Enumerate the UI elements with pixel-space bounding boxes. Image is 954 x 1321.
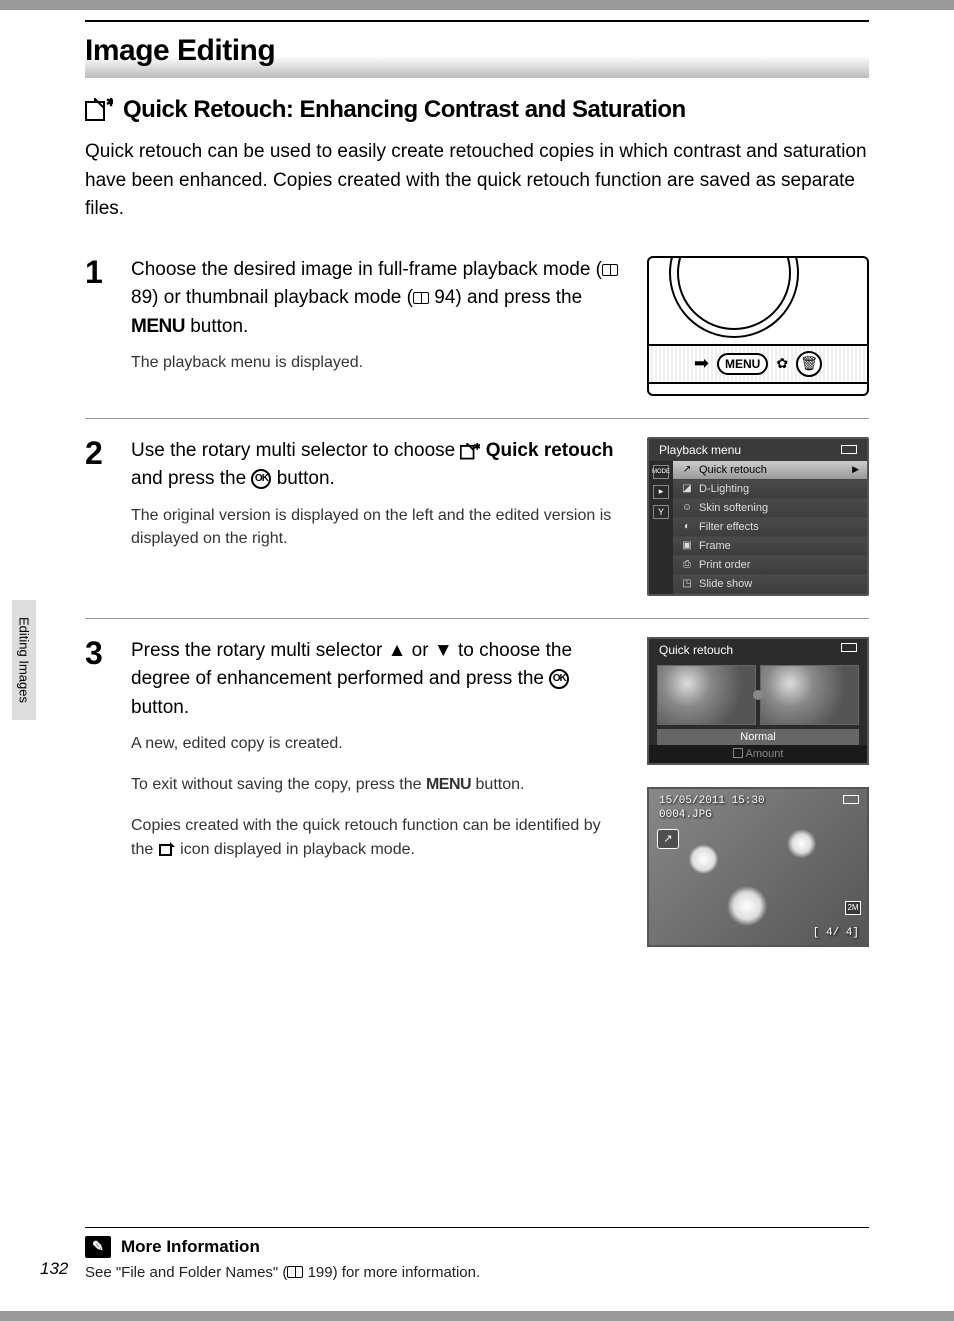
quick-retouch-icon: ✱ [85, 98, 113, 122]
playback-icon: ▸ [653, 485, 669, 499]
page-ref-icon [413, 292, 429, 304]
rotary-dial-icon [669, 256, 799, 338]
battery-icon [841, 445, 857, 454]
step-1-main: Choose the desired image in full-frame p… [131, 256, 627, 342]
steps-list: 1 Choose the desired image in full-frame… [85, 256, 869, 987]
image-size-badge: 2M [845, 901, 861, 915]
step-3-sub1: A new, edited copy is created. [131, 732, 627, 755]
slider-icon [733, 748, 743, 758]
camera-button-dock: ➡ MENU ✿ 🗑 [649, 344, 867, 384]
before-after-thumbnails [649, 661, 867, 729]
step-number: 1 [85, 256, 113, 396]
step-number: 3 [85, 637, 113, 947]
step-number: 2 [85, 437, 113, 596]
more-info-heading: ✎ More Information [85, 1236, 869, 1258]
menu-item-skin: ☺Skin softening [673, 499, 867, 518]
camera-diagram: ➡ MENU ✿ 🗑 [647, 256, 869, 396]
arrow-down-icon [434, 640, 453, 661]
info-icon: ✎ [85, 1236, 111, 1258]
chapter-title: Image Editing [85, 34, 869, 68]
menu-button: MENU [717, 353, 768, 375]
page-ref-icon [287, 1266, 303, 1278]
quick-retouch-icon: ✱ [460, 443, 480, 460]
step-3: 3 Press the rotary multi selector or to … [85, 637, 869, 969]
step-2: 2 Use the rotary multi selector to choos… [85, 437, 869, 619]
retouch-copy-icon [158, 841, 176, 857]
ok-button-icon: OK [549, 669, 569, 689]
ok-button-icon: OK [251, 469, 271, 489]
filename: 0004.JPG [659, 809, 712, 821]
arrow-right-icon: ➡ [694, 353, 709, 374]
timestamp: 15/05/2011 15:30 [659, 795, 765, 807]
step-3-sub2: To exit without saving the copy, press t… [131, 773, 627, 796]
selector-dot-icon [753, 690, 763, 700]
lcd-sidebar: MODE ▸ Y [649, 461, 673, 594]
more-information-box: ✎ More Information See "File and Folder … [85, 1227, 869, 1281]
more-info-text: See "File and Folder Names" ( 199) for m… [85, 1264, 869, 1281]
image-counter: [ 4/ 4] [813, 927, 859, 939]
filter-icon: ◐ [681, 521, 693, 532]
section-heading: ✱ Quick Retouch: Enhancing Contrast and … [85, 96, 869, 124]
frame-icon: ▣ [681, 540, 693, 551]
menu-item-quick-retouch: ↗Quick retouch▶ [673, 461, 867, 480]
chapter-title-bar: Image Editing [85, 20, 869, 78]
step-1: 1 Choose the desired image in full-frame… [85, 256, 869, 419]
lcd-title-bar: Playback menu [649, 439, 867, 461]
battery-icon [841, 643, 857, 652]
lcd-menu-list: ↗Quick retouch▶ ◪D-Lighting ☺Skin soften… [673, 461, 867, 594]
menu-button-label: MENU [131, 316, 185, 337]
svg-text:✱: ✱ [474, 443, 480, 451]
menu-item-filter: ◐Filter effects [673, 518, 867, 537]
lcd-title: Playback menu [659, 443, 741, 457]
menu-item-slideshow: ◳Slide show [673, 575, 867, 594]
lcd-title: Quick retouch [659, 643, 733, 657]
arrow-up-icon [388, 640, 407, 661]
page-number: 132 [40, 1259, 68, 1279]
step-2-sub: The original version is displayed on the… [131, 504, 627, 550]
setup-icon: Y [653, 505, 669, 519]
slideshow-icon: ◳ [681, 578, 693, 589]
dlighting-icon: ◪ [681, 483, 693, 494]
intro-paragraph: Quick retouch can be used to easily crea… [85, 138, 869, 224]
edited-thumbnail [760, 665, 859, 725]
delete-button-icon: 🗑 [796, 351, 822, 377]
step-2-main: Use the rotary multi selector to choose … [131, 437, 627, 494]
menu-item-dlighting: ◪D-Lighting [673, 480, 867, 499]
manual-page: Image Editing ✱ Quick Retouch: Enhancing… [0, 10, 954, 1311]
enhancement-level: Normal [657, 729, 859, 745]
battery-icon [843, 795, 859, 804]
section-heading-text: Quick Retouch: Enhancing Contrast and Sa… [123, 96, 686, 124]
step-3-sub3: Copies created with the quick retouch fu… [131, 814, 627, 860]
quick-retouch-preview-screen: Quick retouch Normal Amount [647, 637, 869, 765]
playback-menu-screen: Playback menu MODE ▸ Y ↗Quick retouch▶ ◪… [647, 437, 869, 596]
playback-result-screen: 15/05/2011 15:30 0004.JPG ↗ 2M [ 4/ 4] [647, 787, 869, 947]
print-icon: ⎙ [681, 559, 693, 570]
chevron-right-icon: ▶ [852, 464, 859, 475]
step-3-main: Press the rotary multi selector or to ch… [131, 637, 627, 723]
flower-icon: ✿ [776, 355, 788, 372]
page-ref-icon [602, 264, 618, 276]
skin-icon: ☺ [681, 502, 693, 513]
lcd-title-bar: Quick retouch [649, 639, 867, 661]
menu-item-print: ⎙Print order [673, 556, 867, 575]
amount-bar: Amount [649, 745, 867, 763]
mode-icon: MODE [653, 465, 669, 479]
menu-item-frame: ▣Frame [673, 537, 867, 556]
svg-text:✱: ✱ [106, 98, 113, 109]
step-1-sub: The playback menu is displayed. [131, 351, 627, 374]
section-tab: Editing Images [12, 600, 36, 720]
menu-button-label: MENU [426, 776, 471, 793]
original-thumbnail [657, 665, 756, 725]
retouch-copy-icon: ↗ [657, 829, 679, 849]
quick-retouch-icon: ↗ [681, 464, 693, 475]
